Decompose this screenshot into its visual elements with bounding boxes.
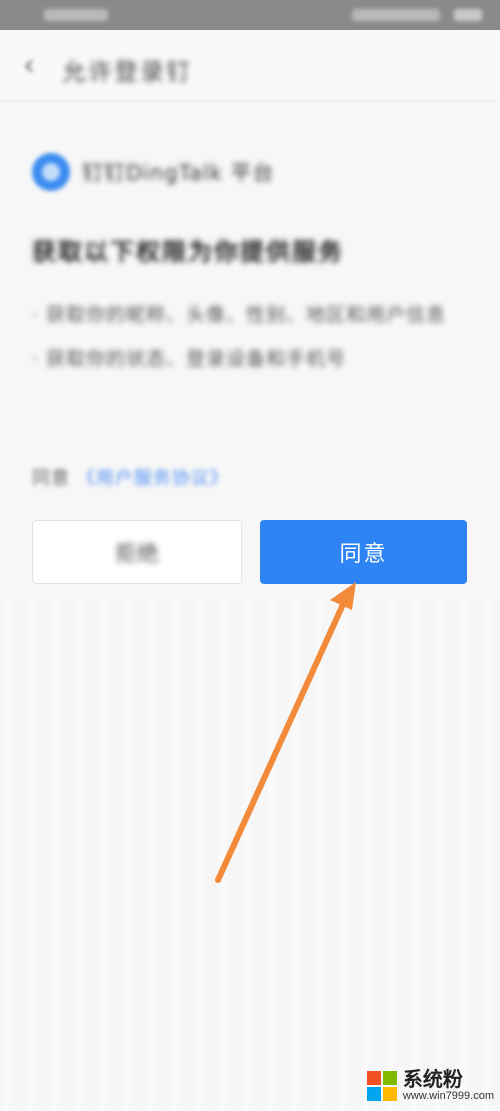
agreement-text: 同意 《用户服务协议》	[32, 464, 229, 490]
watermark: 系统粉 www.win7999.com	[366, 1067, 494, 1103]
watermark-url: www.win7999.com	[402, 1090, 494, 1102]
reject-button[interactable]: 拒绝	[32, 520, 242, 584]
app-info: 钉钉DingTalk 平台	[32, 150, 275, 194]
reject-button-label: 拒绝	[114, 542, 159, 567]
nav-bar: ‹ 允许登录钉	[0, 30, 500, 101]
permission-item: · 获取你的状态、登录设备和手机号	[32, 348, 347, 370]
permission-heading: 获取以下权限为你提供服务	[32, 238, 344, 266]
status-bar	[0, 0, 500, 30]
watermark-title: 系统粉	[402, 1067, 463, 1091]
dingtalk-logo-icon	[32, 153, 70, 191]
blank-area	[0, 600, 500, 1111]
agree-button[interactable]: 同意	[260, 520, 467, 584]
agree-button-label: 同意	[339, 542, 388, 567]
page-title: 允许登录钉	[62, 58, 192, 86]
permission-item: · 获取你的昵称、头像、性别、地区和用户信息	[32, 304, 447, 326]
chevron-left-icon[interactable]: ‹	[18, 48, 40, 83]
agreement-link[interactable]: 《用户服务协议》	[77, 468, 229, 489]
status-bar-right	[352, 9, 440, 21]
battery-icon	[454, 9, 482, 21]
app-name: 钉钉DingTalk 平台	[82, 161, 275, 185]
agreement-prefix: 同意	[32, 468, 70, 489]
status-bar-left	[44, 9, 108, 21]
windows-logo-icon	[366, 1070, 397, 1101]
